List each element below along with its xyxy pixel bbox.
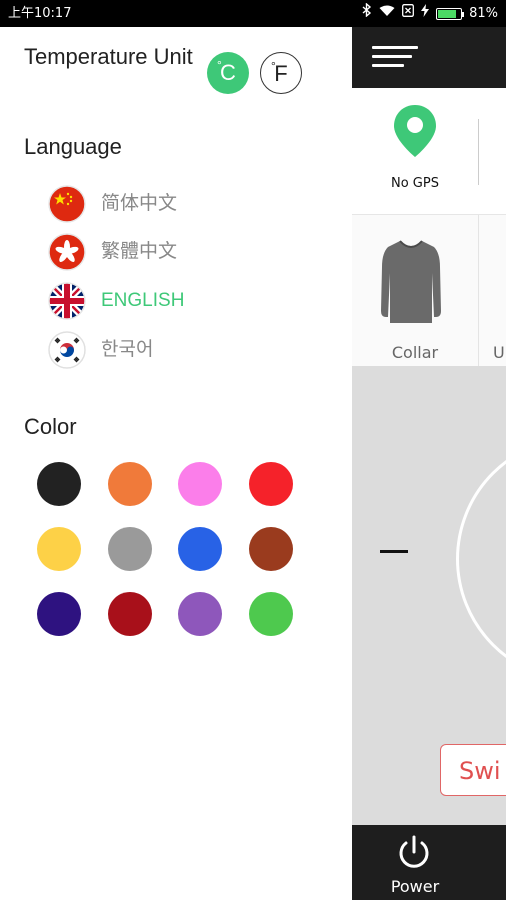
power-label: Power bbox=[390, 877, 440, 896]
language-item-traditional-chinese[interactable]: 繁體中文 bbox=[48, 233, 308, 273]
garment-collar-label: Collar bbox=[391, 343, 439, 362]
garment-selector: Collar U bbox=[352, 214, 506, 367]
hong-kong-flag-icon bbox=[48, 233, 86, 271]
battery-percent: 81% bbox=[469, 6, 498, 21]
color-title: Color bbox=[24, 414, 77, 439]
menu-icon[interactable] bbox=[372, 46, 420, 68]
garment-collar[interactable]: Collar bbox=[352, 215, 479, 367]
china-flag-icon bbox=[48, 185, 86, 223]
temperature-unit-title: Temperature Unit bbox=[24, 44, 193, 69]
bluetooth-icon bbox=[362, 0, 372, 27]
language-label: 한국어 bbox=[101, 339, 154, 360]
color-swatch[interactable] bbox=[248, 462, 293, 506]
color-swatch[interactable] bbox=[37, 592, 81, 636]
color-swatch[interactable] bbox=[178, 462, 222, 506]
celsius-label: C bbox=[220, 60, 236, 85]
settings-drawer: Temperature Unit ° C ° F Language 简体中文 繁… bbox=[0, 27, 352, 900]
divider bbox=[478, 119, 479, 185]
gps-status[interactable] bbox=[352, 88, 478, 214]
language-title: Language bbox=[24, 134, 122, 159]
color-swatch[interactable] bbox=[178, 592, 222, 636]
charging-icon bbox=[421, 0, 430, 27]
temperature-control: Swi bbox=[352, 366, 506, 826]
gps-label: No GPS bbox=[391, 176, 439, 191]
uk-flag-icon bbox=[48, 282, 86, 320]
color-swatch[interactable] bbox=[107, 592, 152, 636]
celsius-button[interactable]: ° C bbox=[207, 52, 249, 94]
color-swatch[interactable] bbox=[37, 462, 81, 506]
language-item-korean[interactable]: 한국어 bbox=[48, 331, 308, 371]
wifi-icon bbox=[379, 0, 395, 27]
korea-flag-icon bbox=[48, 331, 86, 369]
battery-icon bbox=[436, 7, 465, 20]
decrease-button[interactable] bbox=[380, 550, 408, 553]
language-label: 简体中文 bbox=[101, 193, 178, 214]
color-swatch[interactable] bbox=[107, 527, 152, 571]
garment-next-label: U bbox=[493, 343, 505, 362]
power-icon[interactable] bbox=[394, 833, 434, 877]
location-pin-icon bbox=[392, 103, 438, 163]
degree-symbol: ° bbox=[217, 58, 222, 72]
language-item-english[interactable]: ENGLISH bbox=[48, 282, 308, 322]
no-sim-icon bbox=[402, 0, 415, 27]
status-time: 上午10:17 bbox=[8, 6, 72, 21]
color-swatch[interactable] bbox=[178, 527, 222, 571]
fahrenheit-button[interactable]: ° F bbox=[260, 52, 302, 94]
color-swatch[interactable] bbox=[248, 592, 293, 636]
language-item-simplified-chinese[interactable]: 简体中文 bbox=[48, 185, 308, 225]
color-swatch[interactable] bbox=[248, 527, 293, 571]
sweater-icon bbox=[378, 237, 444, 331]
main-app-panel: No GPS Collar U Swi Power bbox=[352, 27, 506, 900]
switch-button[interactable]: Swi bbox=[440, 744, 506, 796]
bottom-bar: Power bbox=[352, 825, 506, 900]
degree-symbol: ° bbox=[271, 59, 276, 73]
temperature-dial[interactable] bbox=[456, 436, 506, 682]
language-label: 繁體中文 bbox=[101, 241, 178, 262]
color-swatch[interactable] bbox=[37, 527, 81, 571]
app-top-bar bbox=[352, 27, 506, 88]
color-swatch[interactable] bbox=[107, 462, 152, 506]
language-label: ENGLISH bbox=[101, 290, 185, 311]
fahrenheit-label: F bbox=[274, 61, 288, 86]
status-bar: 上午10:17 81% bbox=[0, 0, 506, 27]
